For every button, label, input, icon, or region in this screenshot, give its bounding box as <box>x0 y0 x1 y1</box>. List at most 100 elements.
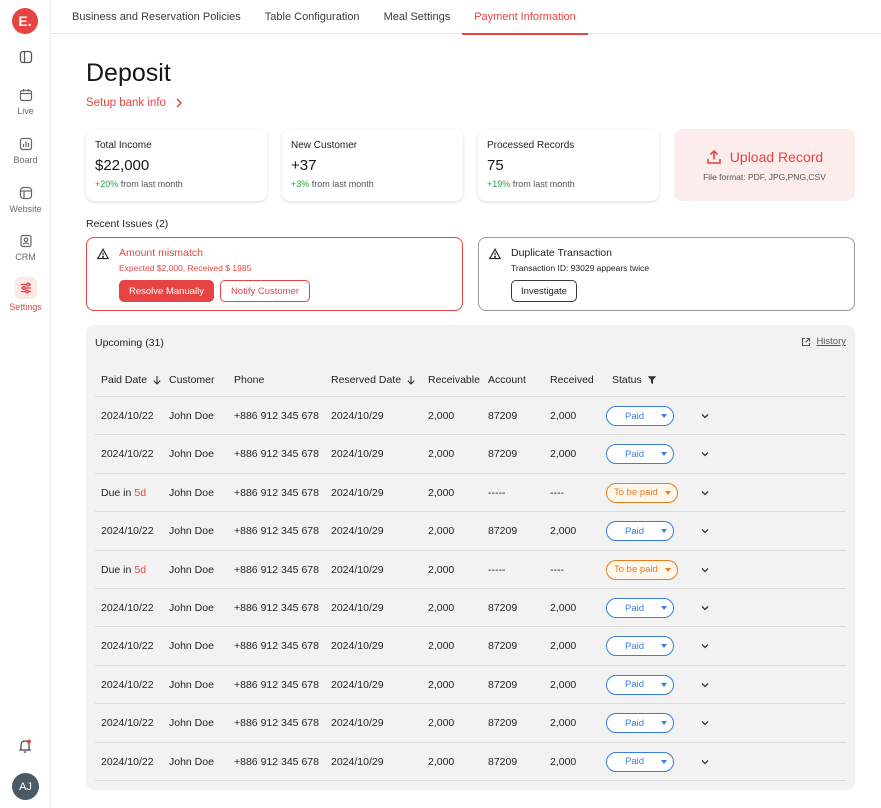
due-days: 5d <box>134 563 147 576</box>
chevron-down-icon[interactable] <box>700 757 710 767</box>
table-row[interactable]: 2024/10/22 John Doe +886 912 345 678 2024/1… <box>95 435 846 474</box>
cell-received: 2,000 <box>550 640 577 653</box>
cell-received: 2,000 <box>550 602 577 614</box>
chevron-down-icon[interactable] <box>700 449 710 459</box>
chevron-down-icon[interactable] <box>700 718 710 728</box>
table-row[interactable]: 2024/10/22 John Doe +886 912 345 678 2024/1… <box>95 512 846 551</box>
cell-received: 2,000 <box>550 678 577 691</box>
cell-receivable: 2,000 <box>428 755 455 768</box>
chart-icon <box>19 137 32 151</box>
paid-date-text: 2024/10/22 <box>101 640 154 653</box>
cell-paid-date: 2024/10/22 <box>101 512 154 550</box>
col-status[interactable]: Status <box>612 363 657 397</box>
chevron-down-icon[interactable] <box>700 565 710 575</box>
setup-bank-link[interactable]: Setup bank info <box>86 97 184 109</box>
panel-toggle-icon <box>19 50 32 64</box>
cell-customer: John Doe <box>169 525 214 538</box>
status-label: Paid <box>625 756 645 768</box>
status-dropdown[interactable]: Paid <box>606 636 674 657</box>
sidebar-item-settings[interactable]: Settings <box>0 277 51 312</box>
app-logo[interactable]: E. <box>12 8 38 34</box>
chevron-down-icon[interactable] <box>700 488 710 498</box>
table-row[interactable]: 2024/10/22 John Doe +886 912 345 678 2024/1… <box>95 743 846 781</box>
tab-payment-information[interactable]: Payment Information <box>462 0 588 35</box>
cell-received: ---- <box>550 486 564 499</box>
sidebar-item-board[interactable]: Board <box>0 137 51 165</box>
investigate-button[interactable]: Investigate <box>511 280 577 302</box>
cell-account: 87209 <box>488 410 518 422</box>
stat-value: +37 <box>291 157 317 174</box>
settings-tabs: Business and Reservation Policies Table … <box>51 0 881 35</box>
sidebar-item-website[interactable]: Website <box>0 186 51 214</box>
status-dropdown[interactable]: To be paid <box>606 482 678 503</box>
col-label: Status <box>612 374 642 386</box>
tab-business-policies[interactable]: Business and Reservation Policies <box>60 0 253 34</box>
stat-change: +3% from last month <box>291 179 454 189</box>
tab-table-configuration[interactable]: Table Configuration <box>253 0 372 34</box>
stat-label: Total Income <box>95 140 152 151</box>
issue-title: Amount mismatch <box>119 247 204 259</box>
cell-receivable: 2,000 <box>428 602 455 614</box>
sidebar-toggle-button[interactable] <box>0 50 51 68</box>
col-reserved-date[interactable]: Reserved Date <box>331 363 416 397</box>
status-label: Paid <box>625 525 645 537</box>
chevron-down-icon[interactable] <box>700 641 710 651</box>
cell-received: 2,000 <box>550 717 577 730</box>
status-dropdown[interactable]: Paid <box>606 598 674 618</box>
status-dropdown[interactable]: To be paid <box>606 559 678 580</box>
upload-record-button[interactable]: Upload Record File format: PDF, JPG,PNG,… <box>674 129 855 201</box>
chevron-down-icon[interactable] <box>700 411 710 421</box>
cell-received: 2,000 <box>550 448 577 461</box>
status-dropdown[interactable]: Paid <box>606 521 674 542</box>
col-paid-date[interactable]: Paid Date <box>101 363 162 397</box>
user-avatar[interactable]: AJ <box>12 773 39 800</box>
status-dropdown[interactable]: Paid <box>606 674 674 695</box>
chevron-down-icon[interactable] <box>700 680 710 690</box>
page-title: Deposit <box>86 59 171 87</box>
status-label: Paid <box>625 602 645 614</box>
cell-receivable: 2,000 <box>428 410 455 422</box>
cell-account: 87209 <box>488 755 518 768</box>
chevron-down-icon[interactable] <box>700 603 710 613</box>
status-label: To be paid <box>614 487 658 499</box>
cell-customer: John Doe <box>169 602 214 614</box>
notification-bell-icon[interactable] <box>18 738 32 754</box>
sidebar-item-crm[interactable]: CRM <box>0 234 51 262</box>
table-row[interactable]: 2024/10/22 John Doe +886 912 345 678 2024/1… <box>95 627 846 666</box>
due-days: 5d <box>134 486 147 499</box>
table-row[interactable]: 2024/10/22 John Doe +886 912 345 678 2024/1… <box>95 704 846 743</box>
status-dropdown[interactable]: Paid <box>606 444 674 465</box>
filter-icon <box>647 376 656 384</box>
status-dropdown[interactable]: Paid <box>606 751 674 772</box>
sidebar-item-label: Live <box>17 106 34 116</box>
status-dropdown[interactable]: Paid <box>606 406 674 426</box>
resolve-manually-button[interactable]: Resolve Manually <box>119 280 214 302</box>
cell-phone: +886 912 345 678 <box>234 755 319 768</box>
notify-customer-button[interactable]: Notify Customer <box>220 280 310 302</box>
cell-received: 2,000 <box>550 410 577 422</box>
col-customer: Customer <box>169 374 215 386</box>
status-dropdown[interactable]: Paid <box>606 713 674 734</box>
table-row[interactable]: Due in 5d John Doe +886 912 345 678 2024/10/… <box>95 551 846 589</box>
table-row[interactable]: 2024/10/22 John Doe +886 912 345 678 2024/1… <box>95 397 846 436</box>
sidebar-item-live[interactable]: Live <box>0 88 51 116</box>
cell-phone: +886 912 345 678 <box>234 410 319 422</box>
paid-date-text: 2024/10/22 <box>101 602 154 614</box>
chevron-down-icon[interactable] <box>700 526 710 536</box>
table-row[interactable]: Due in 5d John Doe +886 912 345 678 2024/10/… <box>95 474 846 513</box>
cell-reserved-date: 2024/10/29 <box>331 602 384 614</box>
table-row[interactable]: 2024/10/22 John Doe +886 912 345 678 2024/1… <box>95 666 846 705</box>
history-link[interactable]: History <box>801 336 846 347</box>
cell-phone: +886 912 345 678 <box>234 563 319 576</box>
table-row[interactable]: 2024/10/22 John Doe +886 912 345 678 2024/1… <box>95 589 846 628</box>
col-label: Paid Date <box>101 374 148 386</box>
tab-meal-settings[interactable]: Meal Settings <box>372 0 463 34</box>
caret-down-icon <box>661 759 667 764</box>
cell-paid-date: 2024/10/22 <box>101 627 154 665</box>
upload-row: Upload Record <box>706 149 823 165</box>
cell-customer: John Doe <box>169 486 214 499</box>
cell-paid-date: Due in 5d <box>101 474 146 512</box>
calendar-icon <box>19 89 32 102</box>
status-label: Paid <box>625 410 645 422</box>
status-label: Paid <box>625 448 645 460</box>
